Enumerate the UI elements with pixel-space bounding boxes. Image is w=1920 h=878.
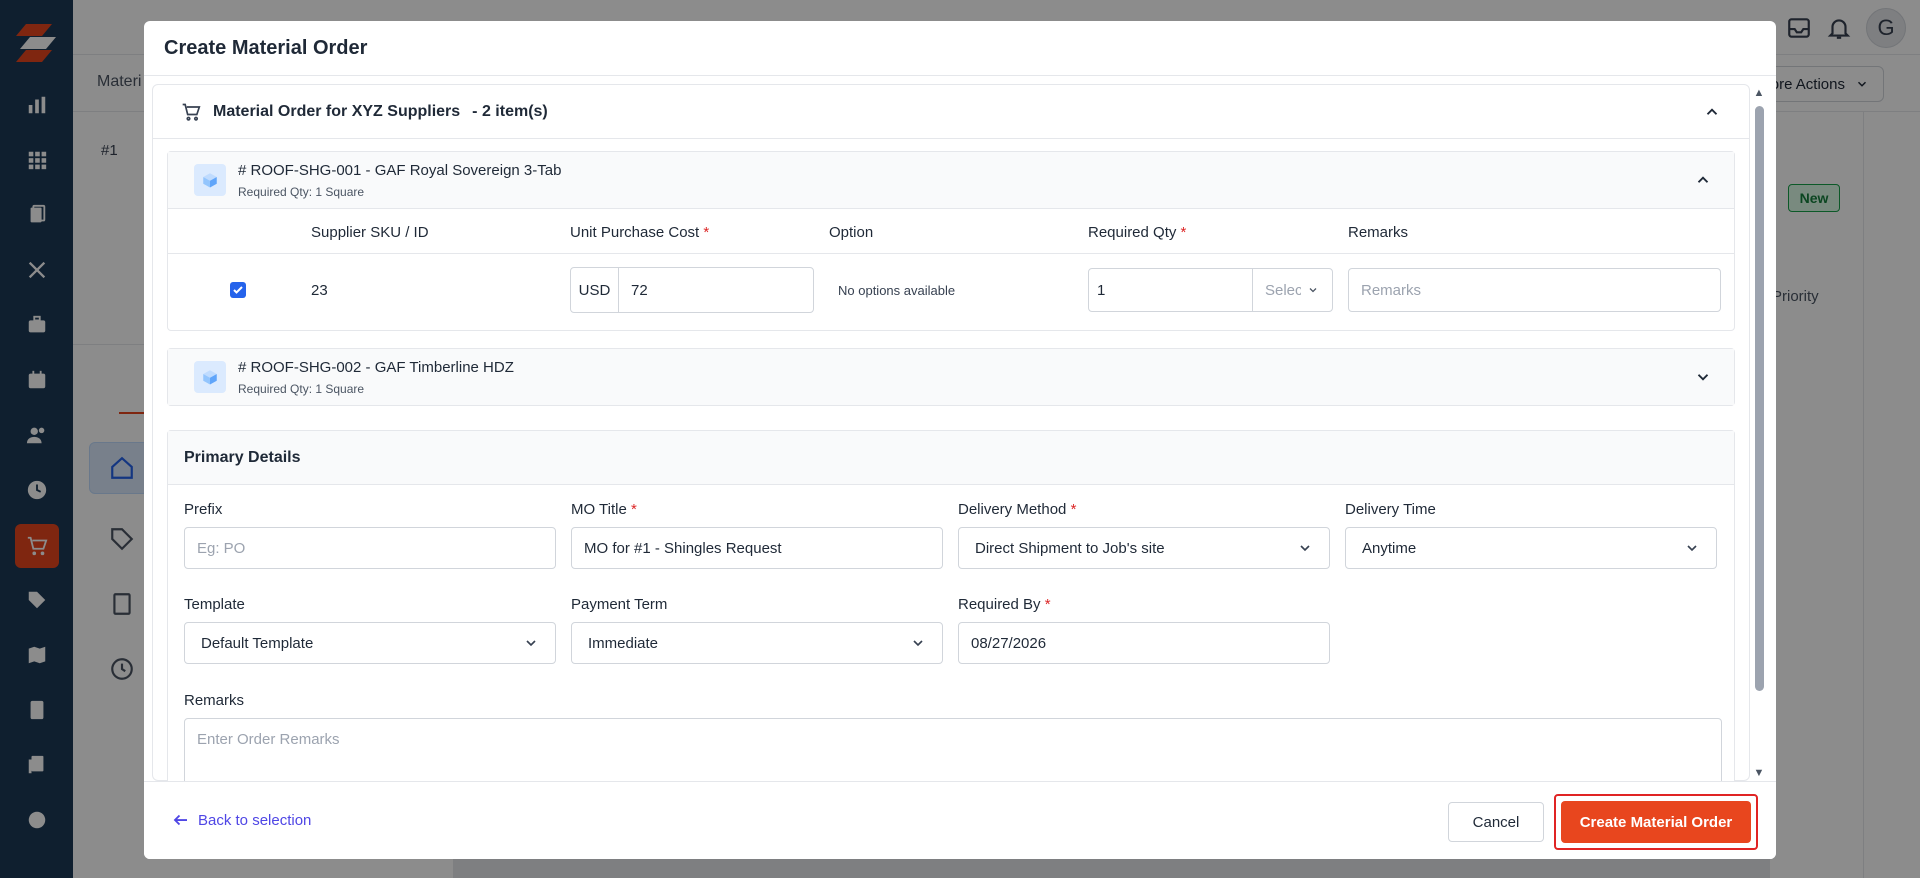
supplier-sku-value: 23 — [311, 282, 328, 299]
item-header[interactable]: # ROOF-SHG-002 - GAF Timberline HDZ Requ… — [168, 349, 1734, 405]
item-thumbnail — [194, 164, 226, 196]
material-item-card: # ROOF-SHG-002 - GAF Timberline HDZ Requ… — [167, 348, 1735, 406]
chevron-up-icon[interactable] — [1694, 171, 1712, 189]
scroll-thumb[interactable] — [1755, 106, 1764, 691]
delivery-method-label: Delivery Method * — [958, 501, 1076, 518]
cart-icon — [182, 103, 201, 121]
delivery-time-label: Delivery Time — [1345, 501, 1436, 518]
col-required-qty-label: Required Qty — [1088, 224, 1177, 241]
col-sku: Supplier SKU / ID — [311, 224, 429, 241]
required-asterisk: * — [1044, 596, 1051, 613]
item-columns-header: Supplier SKU / ID Unit Purchase Cost * O… — [168, 208, 1734, 254]
cancel-button[interactable]: Cancel — [1448, 802, 1544, 842]
col-remarks: Remarks — [1348, 224, 1409, 241]
modal-header: Create Material Order — [144, 21, 1776, 76]
unit-select-placeholder: Select — [1265, 281, 1301, 299]
mo-title-input[interactable]: MO for #1 - Shingles Request — [571, 527, 943, 569]
mo-title-label-text: MO Title — [571, 501, 627, 518]
chevron-down-icon[interactable] — [1694, 368, 1712, 386]
primary-details-section: Primary Details Prefix Eg: PO MO Title *… — [167, 430, 1735, 781]
item-required-qty: Required Qty: 1 Square — [238, 381, 365, 396]
prefix-label: Prefix — [184, 501, 223, 518]
scroll-down-arrow-icon[interactable]: ▼ — [1752, 766, 1766, 780]
back-to-selection-link[interactable]: Back to selection — [172, 811, 311, 829]
item-thumbnail — [194, 361, 226, 393]
col-option: Option — [829, 224, 874, 241]
order-remarks-label: Remarks — [184, 692, 245, 709]
order-remarks-textarea[interactable]: Enter Order Remarks — [184, 718, 1722, 781]
modal-title: Create Material Order — [164, 36, 368, 59]
payment-term-value: Immediate — [588, 634, 659, 652]
item-header[interactable]: # ROOF-SHG-001 - GAF Royal Sovereign 3-T… — [168, 152, 1734, 208]
required-qty-input-group: 1 Select — [1088, 268, 1333, 312]
required-by-label: Required By * — [958, 596, 1051, 613]
col-required-qty: Required Qty * — [1088, 224, 1186, 241]
payment-term-label: Payment Term — [571, 596, 668, 613]
currency-label: USD — [571, 268, 619, 312]
chevron-down-icon — [1300, 545, 1310, 552]
primary-details-heading: Primary Details — [168, 431, 1734, 485]
scroll-up-arrow-icon[interactable]: ▲ — [1752, 86, 1766, 100]
option-text: No options available — [838, 283, 956, 298]
delivery-method-value: Direct Shipment to Job's site — [975, 539, 1165, 557]
chevron-down-icon — [1687, 545, 1697, 552]
supplier-title: Material Order for XYZ Suppliers — [213, 102, 461, 120]
mo-title-label: MO Title * — [571, 501, 637, 518]
required-qty-input[interactable]: 1 — [1089, 269, 1253, 311]
delivery-time-select[interactable]: Anytime — [1345, 527, 1717, 569]
item-required-qty: Required Qty: 1 Square — [238, 184, 365, 199]
required-asterisk: * — [631, 501, 637, 518]
unit-cost-value[interactable]: 72 — [619, 268, 648, 312]
chevron-down-icon — [913, 640, 923, 647]
delivery-method-label-text: Delivery Method — [958, 501, 1067, 518]
required-asterisk: * — [1180, 224, 1187, 241]
required-asterisk: * — [1070, 501, 1077, 518]
create-material-order-modal: Create Material Order Material Order for… — [144, 21, 1776, 859]
delivery-time-value: Anytime — [1362, 539, 1417, 557]
prefix-input[interactable]: Eg: PO — [184, 527, 556, 569]
modal-scrollbar[interactable]: ▲ ▼ — [1752, 84, 1766, 781]
item-remarks-input[interactable]: Remarks — [1348, 268, 1721, 312]
payment-term-select[interactable]: Immediate — [571, 622, 943, 664]
supplier-card: Material Order for XYZ Suppliers - 2 ite… — [152, 84, 1750, 781]
arrow-left-icon — [173, 814, 187, 826]
check-icon — [233, 286, 243, 294]
item-title: # ROOF-SHG-001 - GAF Royal Sovereign 3-T… — [238, 161, 562, 179]
col-unit-cost: Unit Purchase Cost * — [570, 224, 709, 241]
box-icon — [203, 370, 217, 385]
chevron-down-icon — [1309, 288, 1317, 293]
chevron-up-icon[interactable] — [1703, 103, 1721, 121]
item-row: 23 USD 72 No options available 1 Select … — [168, 254, 1734, 330]
modal-footer: Back to selection Cancel Create Material… — [144, 781, 1776, 859]
required-asterisk: * — [703, 224, 710, 241]
unit-cost-input[interactable]: USD 72 — [570, 267, 814, 313]
material-item-card: # ROOF-SHG-001 - GAF Royal Sovereign 3-T… — [167, 151, 1735, 331]
create-button-highlight: Create Material Order — [1554, 794, 1758, 850]
chevron-down-icon — [526, 640, 536, 647]
unit-select[interactable]: Select — [1253, 269, 1332, 311]
modal-body: Material Order for XYZ Suppliers - 2 ite… — [152, 84, 1752, 781]
item-title: # ROOF-SHG-002 - GAF Timberline HDZ — [238, 358, 514, 376]
required-by-date-input[interactable]: 08/27/2026 — [958, 622, 1330, 664]
create-material-order-button[interactable]: Create Material Order — [1561, 801, 1751, 843]
supplier-header[interactable]: Material Order for XYZ Suppliers - 2 ite… — [153, 85, 1749, 139]
template-value: Default Template — [201, 634, 314, 652]
col-unit-cost-label: Unit Purchase Cost — [570, 224, 700, 241]
back-to-selection-label: Back to selection — [198, 811, 312, 829]
supplier-item-count: - 2 item(s) — [472, 102, 548, 120]
template-select[interactable]: Default Template — [184, 622, 556, 664]
box-icon — [203, 173, 217, 188]
template-label: Template — [184, 596, 245, 613]
required-by-label-text: Required By — [958, 596, 1041, 613]
item-select-checkbox[interactable] — [230, 282, 246, 298]
delivery-method-select[interactable]: Direct Shipment to Job's site — [958, 527, 1330, 569]
